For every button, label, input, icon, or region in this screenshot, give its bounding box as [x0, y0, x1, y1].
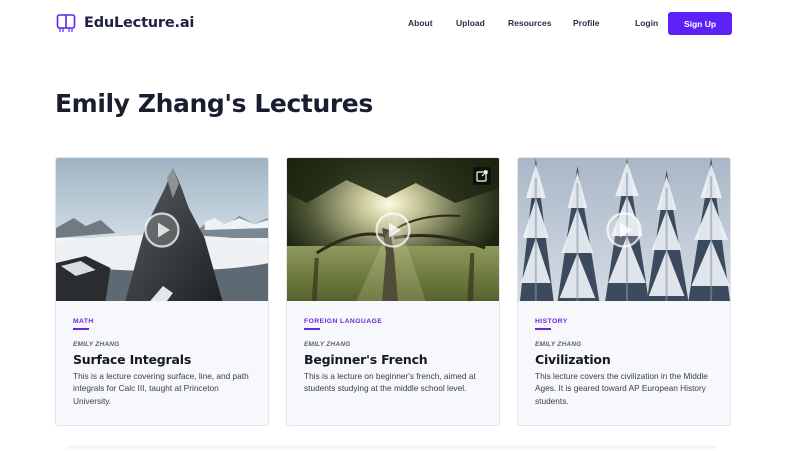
lecture-card[interactable]: FOREIGN LANGUAGE EMILY ZHANG Beginner's …: [286, 157, 500, 426]
play-icon[interactable]: [143, 211, 181, 249]
category-label: MATH: [73, 318, 94, 325]
author-name: EMILY ZHANG: [73, 340, 120, 348]
lecture-card[interactable]: MATH EMILY ZHANG Surface Integrals This …: [55, 157, 269, 426]
lecture-description: This is a lecture covering surface, line…: [73, 370, 249, 406]
category-underline: [304, 328, 320, 330]
brand-name: EduLecture.ai: [84, 15, 195, 31]
lecture-thumbnail[interactable]: [518, 158, 730, 301]
lecture-title[interactable]: Civilization: [535, 352, 716, 367]
play-icon[interactable]: [605, 211, 643, 249]
lecture-description: This is a lecture on beginner's french, …: [304, 370, 476, 394]
lecture-title[interactable]: Surface Integrals: [73, 352, 254, 367]
brand-logo[interactable]: EduLecture.ai: [56, 13, 194, 33]
card-body: HISTORY EMILY ZHANG Civilization This le…: [535, 318, 716, 408]
nav-about[interactable]: About: [408, 18, 433, 28]
lecture-card[interactable]: HISTORY EMILY ZHANG Civilization This le…: [517, 157, 731, 426]
external-link-icon[interactable]: [473, 167, 491, 185]
lecture-title[interactable]: Beginner's French: [304, 352, 485, 367]
card-body: FOREIGN LANGUAGE EMILY ZHANG Beginner's …: [304, 318, 485, 395]
lecture-thumbnail[interactable]: [287, 158, 499, 301]
book-icon: [56, 14, 76, 32]
category-label: FOREIGN LANGUAGE: [304, 318, 383, 325]
category-underline: [73, 328, 89, 330]
author-name: EMILY ZHANG: [304, 340, 351, 348]
lecture-thumbnail[interactable]: [56, 158, 268, 301]
nav-upload[interactable]: Upload: [456, 18, 485, 28]
login-link[interactable]: Login: [635, 18, 658, 28]
signup-button[interactable]: Sign Up: [668, 12, 732, 35]
nav-resources[interactable]: Resources: [508, 18, 551, 28]
play-icon[interactable]: [374, 211, 412, 249]
card-body: MATH EMILY ZHANG Surface Integrals This …: [73, 318, 254, 408]
section-divider: [66, 446, 716, 451]
category-underline: [535, 328, 551, 330]
nav-profile[interactable]: Profile: [573, 18, 599, 28]
author-name: EMILY ZHANG: [535, 340, 582, 348]
lecture-description: This lecture covers the civilization in …: [535, 370, 708, 406]
site-header: EduLecture.ai About Upload Resources Pro…: [0, 0, 806, 46]
page-title: Emily Zhang's Lectures: [55, 89, 373, 118]
category-label: HISTORY: [535, 318, 568, 325]
